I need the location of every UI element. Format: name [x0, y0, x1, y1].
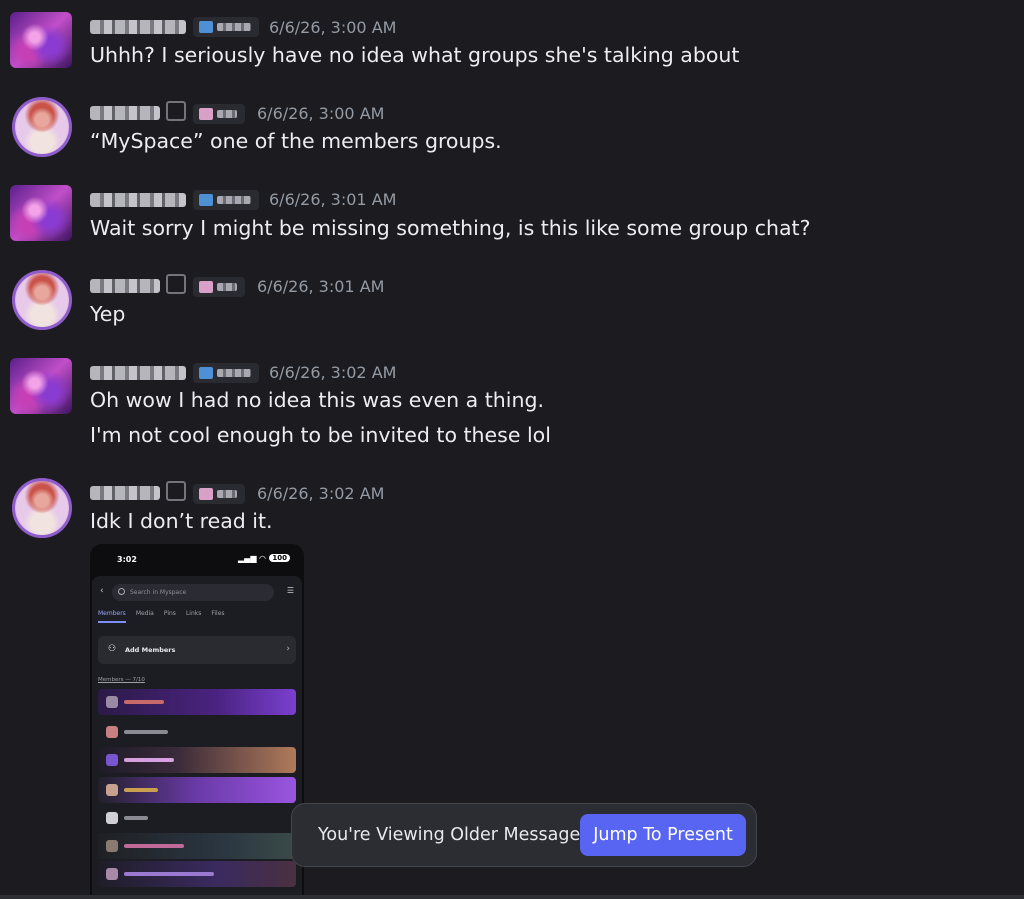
phone-tabs: Members Media Pins Links Files [98, 610, 235, 617]
avatar[interactable] [10, 185, 72, 241]
role-tag-redacted [193, 104, 245, 124]
member-row [98, 719, 296, 745]
tab-pins: Pins [163, 610, 176, 617]
timestamp: 6/6/26, 3:01 AM [269, 190, 397, 209]
member-row [98, 747, 296, 773]
timestamp: 6/6/26, 3:01 AM [257, 277, 385, 296]
tab-links: Links [185, 610, 202, 617]
timestamp: 6/6/26, 3:02 AM [257, 484, 385, 503]
tab-underline [98, 621, 126, 623]
add-user-icon: ⚇ [108, 644, 117, 654]
search-icon [118, 588, 125, 595]
role-tag-redacted [193, 363, 259, 383]
add-members-row: ⚇ Add Members › [98, 636, 296, 664]
member-row [98, 805, 296, 831]
member-row [98, 689, 296, 715]
message-text: I'm not cool enough to be invited to the… [90, 423, 551, 447]
message-text: “MySpace” one of the members groups. [90, 129, 502, 153]
tab-files: Files [211, 610, 225, 617]
tab-members: Members [98, 610, 126, 617]
username-redacted[interactable] [90, 20, 186, 34]
filter-icon: ☰ [286, 586, 294, 595]
chevron-right-icon: › [286, 644, 290, 654]
message-text: Wait sorry I might be missing something,… [90, 216, 811, 240]
timestamp: 6/6/26, 3:00 AM [269, 18, 397, 37]
message-text: Yep [90, 302, 126, 326]
phone-screen: ‹ Search in Myspace ☰ Members Media Pins Li… [92, 576, 302, 899]
username-redacted[interactable] [90, 366, 186, 380]
image-attachment[interactable]: 3:02 ▂▄▆ ◠ 100 ‹ Search in Myspace ☰ Mem… [90, 544, 304, 899]
avatar[interactable] [12, 97, 72, 157]
avatar[interactable] [10, 358, 72, 414]
status-icon [166, 274, 186, 294]
role-tag-redacted [193, 277, 245, 297]
avatar[interactable] [12, 270, 72, 330]
username-redacted[interactable] [90, 486, 160, 500]
timestamp: 6/6/26, 3:00 AM [257, 104, 385, 123]
message-text: Oh wow I had no idea this was even a thi… [90, 388, 544, 412]
member-row [98, 833, 296, 859]
avatar[interactable] [12, 478, 72, 538]
older-messages-banner: You're Viewing Older Messages Jump To Pr… [291, 803, 757, 867]
status-icon [166, 101, 186, 121]
battery-icon: 100 [269, 554, 290, 562]
phone-status-bar: 3:02 ▂▄▆ ◠ 100 [90, 554, 304, 568]
members-count: Members — 7/10 [98, 677, 145, 683]
avatar[interactable] [10, 12, 72, 68]
older-messages-text: You're Viewing Older Messages [318, 825, 590, 845]
username-redacted[interactable] [90, 279, 160, 293]
divider [0, 895, 1024, 899]
member-row [98, 861, 296, 887]
role-tag-redacted [193, 484, 245, 504]
role-tag-redacted [193, 17, 259, 37]
add-members-label: Add Members [125, 646, 176, 654]
status-icon [166, 481, 186, 501]
username-redacted[interactable] [90, 106, 160, 120]
back-icon: ‹ [100, 586, 104, 596]
chat-messages: 6/6/26, 3:00 AM Uhhh? I seriously have n… [0, 0, 1024, 899]
signal-icon: ▂▄▆ ◠ [238, 554, 266, 563]
tab-media: Media [135, 610, 154, 617]
message-text: Uhhh? I seriously have no idea what grou… [90, 43, 740, 67]
search-placeholder: Search in Myspace [130, 589, 187, 596]
phone-time: 3:02 [117, 555, 137, 564]
role-tag-redacted [193, 190, 259, 210]
phone-search-field: Search in Myspace [112, 584, 274, 601]
message-text: Idk I don’t read it. [90, 509, 273, 533]
jump-to-present-button[interactable]: Jump To Present [580, 814, 746, 856]
member-row [98, 777, 296, 803]
username-redacted[interactable] [90, 193, 186, 207]
timestamp: 6/6/26, 3:02 AM [269, 363, 397, 382]
